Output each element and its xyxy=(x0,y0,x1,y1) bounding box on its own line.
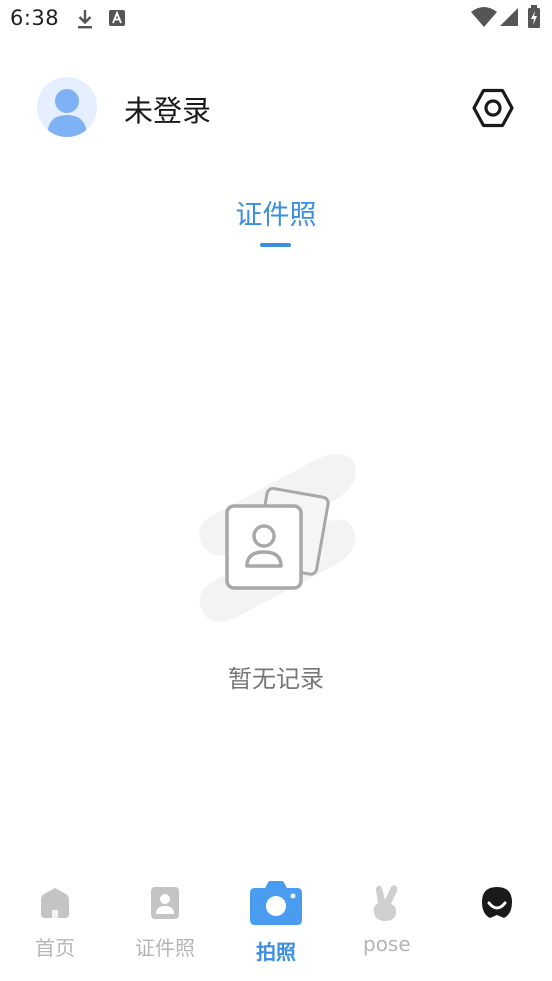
battery-charging-icon xyxy=(528,5,540,28)
wifi-icon xyxy=(471,7,497,27)
bottom-nav: 首页 证件照 拍照 pose xyxy=(0,870,552,981)
nav-item-pose[interactable]: pose xyxy=(331,870,441,970)
home-icon xyxy=(41,888,69,918)
signal-icon xyxy=(500,8,518,26)
status-time: 6:38 xyxy=(10,6,60,30)
id-photo-icon xyxy=(151,887,179,919)
user-avatar-icon xyxy=(47,89,87,137)
download-icon xyxy=(78,10,92,29)
nav-item-profile[interactable] xyxy=(442,870,552,970)
victory-hand-icon xyxy=(373,885,398,921)
profile-face-icon xyxy=(482,887,512,918)
a-notification-icon xyxy=(109,10,125,26)
tab-id-photo[interactable]: 证件照 xyxy=(0,193,552,232)
id-photo-cards-icon xyxy=(199,453,356,622)
camera-icon xyxy=(250,881,302,925)
nav-label-pose: pose xyxy=(363,932,411,956)
empty-state-illustration xyxy=(195,440,360,625)
avatar[interactable] xyxy=(37,77,97,137)
settings-hexagon-icon xyxy=(472,88,514,128)
nav-item-home[interactable]: 首页 xyxy=(0,870,110,970)
status-bar: 6:38 xyxy=(0,0,552,38)
tab-active-indicator xyxy=(260,243,291,247)
nav-item-id-photo[interactable]: 证件照 xyxy=(110,870,220,970)
nav-label-id-photo: 证件照 xyxy=(135,936,195,960)
nav-label-home: 首页 xyxy=(35,936,75,960)
nav-item-camera[interactable]: 拍照 xyxy=(221,870,331,970)
nav-label-camera: 拍照 xyxy=(256,940,296,964)
empty-state-message: 暂无记录 xyxy=(228,665,324,693)
settings-button[interactable] xyxy=(470,85,516,131)
username-label[interactable]: 未登录 xyxy=(124,88,211,130)
